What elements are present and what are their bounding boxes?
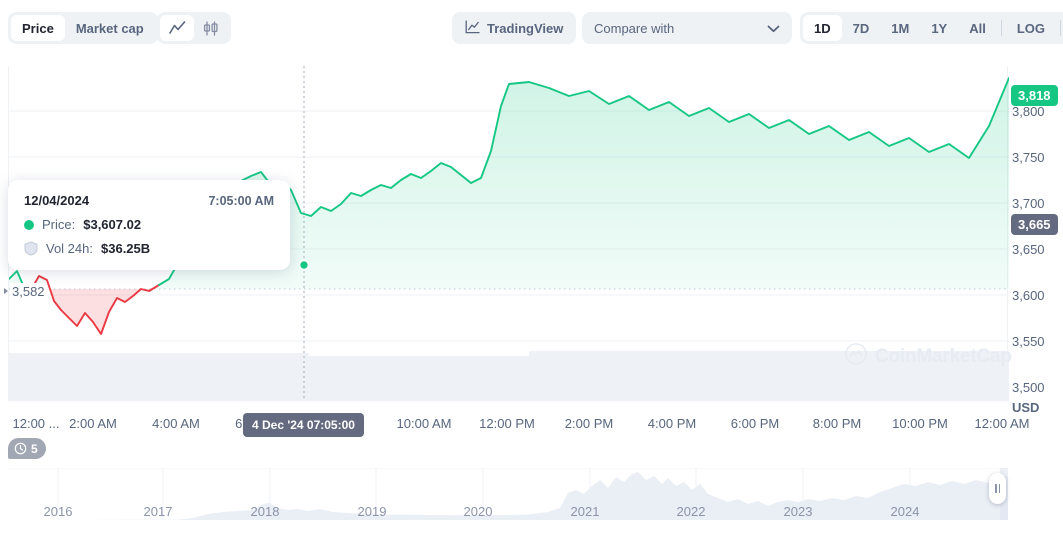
toolbar-divider-1 xyxy=(1001,20,1002,36)
x-tick-12: 12:00 AM xyxy=(975,416,1030,431)
y-axis-current-price-badge: 3,818 xyxy=(1011,85,1058,106)
x-axis: 12:00 ... 2:00 AM 4:00 AM 6:00 AM 8:00 A… xyxy=(0,416,1063,438)
y-tick-3700: 3,700 xyxy=(1012,196,1045,211)
tradingview-button[interactable]: TradingView xyxy=(452,12,576,44)
x-tick-7: 2:00 PM xyxy=(565,416,613,431)
tab-market-cap[interactable]: Market cap xyxy=(65,15,155,41)
tooltip-volume-row: Vol 24h: $36.25B xyxy=(24,241,274,256)
tooltip-price-value: $3,607.02 xyxy=(83,217,141,232)
x-tick-10: 8:00 PM xyxy=(813,416,861,431)
history-count: 5 xyxy=(31,442,38,456)
nav-year-2018: 2018 xyxy=(251,504,280,519)
nav-year-2024: 2024 xyxy=(891,504,920,519)
price-series-dot-icon xyxy=(24,220,34,230)
navigator-x-axis: 2016 2017 2018 2019 2020 2021 2022 2023 … xyxy=(0,504,1063,524)
y-tick-3800: 3,800 xyxy=(1012,104,1045,119)
tooltip-price-label: Price: xyxy=(42,217,75,232)
navigator-handle-right[interactable] xyxy=(989,473,1006,504)
x-tick-2: 4:00 AM xyxy=(152,416,200,431)
chart-toolbar: Price Market cap TradingView Compare wit… xyxy=(0,0,1063,56)
y-tick-3550: 3,550 xyxy=(1012,334,1045,349)
x-tick-5: 10:00 AM xyxy=(397,416,452,431)
range-1d[interactable]: 1D xyxy=(803,15,842,41)
compare-with-label: Compare with xyxy=(594,21,674,36)
tooltip-time: 7:05:00 AM xyxy=(208,194,274,208)
tooltip-date: 12/04/2024 xyxy=(24,193,89,208)
x-tick-0: 12:00 ... xyxy=(13,416,60,431)
clock-history-icon xyxy=(14,442,27,455)
grip-line-1 xyxy=(995,484,997,493)
nav-year-2020: 2020 xyxy=(464,504,493,519)
nav-year-2017: 2017 xyxy=(144,504,173,519)
y-tick-3750: 3,750 xyxy=(1012,150,1045,165)
line-chart-icon[interactable] xyxy=(160,15,194,41)
nav-year-2022: 2022 xyxy=(677,504,706,519)
range-7d[interactable]: 7D xyxy=(842,15,881,41)
y-tick-3600: 3,600 xyxy=(1012,288,1045,303)
candlestick-chart-icon[interactable] xyxy=(194,15,228,41)
chevron-down-icon xyxy=(767,21,780,36)
y-axis: 3,818 3,800 3,750 3,700 3,650 3,665 3,60… xyxy=(1008,66,1063,416)
x-tick-8: 4:00 PM xyxy=(648,416,696,431)
left-reference-price: 3,582 xyxy=(10,283,47,300)
x-tick-11: 10:00 PM xyxy=(892,416,948,431)
tradingview-icon xyxy=(465,20,480,37)
x-tick-6: 12:00 PM xyxy=(479,416,535,431)
y-tick-3500: 3,500 xyxy=(1012,380,1045,395)
range-1y[interactable]: 1Y xyxy=(920,15,958,41)
nav-year-2023: 2023 xyxy=(784,504,813,519)
x-tick-9: 6:00 PM xyxy=(731,416,779,431)
toolbar-divider-2 xyxy=(1060,20,1061,36)
tooltip-volume-value: $36.25B xyxy=(101,241,150,256)
volume-shield-icon xyxy=(24,241,38,256)
chart-type-toggle-group xyxy=(157,12,231,44)
compare-with-dropdown[interactable]: Compare with xyxy=(582,12,792,44)
grip-line-2 xyxy=(999,484,1001,493)
tooltip-price-row: Price: $3,607.02 xyxy=(24,217,274,232)
nav-year-2019: 2019 xyxy=(358,504,387,519)
crosshair-marker-dot xyxy=(300,261,309,270)
history-count-badge[interactable]: 5 xyxy=(8,438,46,459)
x-tick-1: 2:00 AM xyxy=(69,416,117,431)
volume-bars xyxy=(9,351,1009,401)
left-reference-caret-icon xyxy=(4,288,8,294)
metric-toggle-group: Price Market cap xyxy=(8,12,158,44)
tooltip-volume-label: Vol 24h: xyxy=(46,241,93,256)
y-axis-crosshair-badge: 3,665 xyxy=(1011,214,1058,235)
y-axis-unit-label: USD xyxy=(1012,400,1039,415)
time-range-group: 1D 7D 1M 1Y All LOG ··· xyxy=(800,12,1063,44)
nav-year-2021: 2021 xyxy=(571,504,600,519)
tooltip-header: 12/04/2024 7:05:00 AM xyxy=(24,193,274,208)
range-1m[interactable]: 1M xyxy=(880,15,920,41)
tab-price[interactable]: Price xyxy=(11,15,65,41)
y-tick-3650: 3,650 xyxy=(1012,242,1045,257)
range-all[interactable]: All xyxy=(958,15,997,41)
tradingview-label: TradingView xyxy=(487,21,563,36)
x-axis-crosshair-badge: 4 Dec '24 07:05:00 xyxy=(243,413,364,437)
log-scale-toggle[interactable]: LOG xyxy=(1006,15,1056,41)
nav-year-2016: 2016 xyxy=(44,504,73,519)
chart-tooltip: 12/04/2024 7:05:00 AM Price: $3,607.02 V… xyxy=(8,180,290,270)
